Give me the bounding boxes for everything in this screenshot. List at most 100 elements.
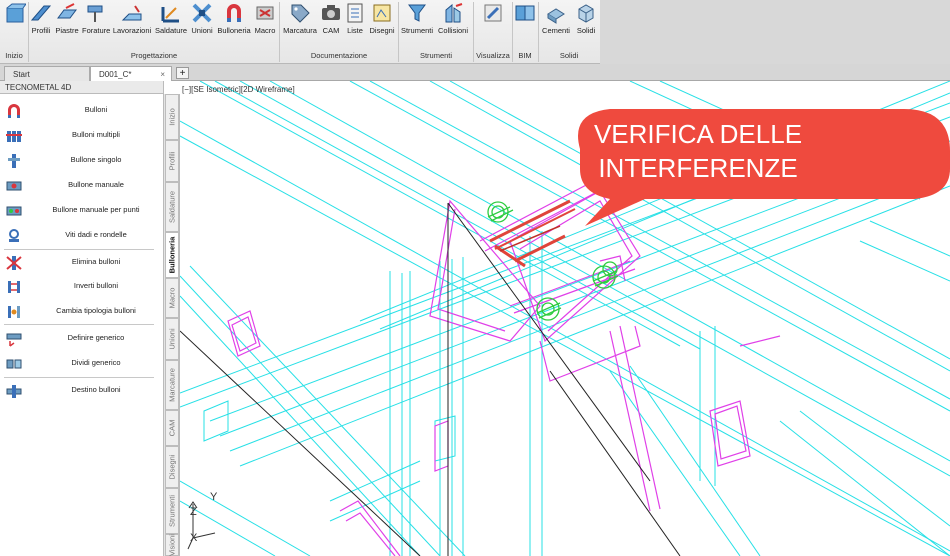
palette-item-viti-dadi-rondelle[interactable]: Viti dadi e rondelle <box>0 225 164 247</box>
palette-item-label: Bullone manuale per punti <box>52 205 140 214</box>
palette-item-label: Elimina bulloni <box>71 257 121 266</box>
axis-x-label: X <box>190 532 198 544</box>
filter-icon <box>408 4 426 22</box>
group-label-visualizza: Visualizza <box>476 51 510 60</box>
forature-button[interactable]: Forature <box>82 2 110 46</box>
palette-item-label: Bulloni <box>84 105 108 114</box>
palette-item-label: Viti dadi e rondelle <box>65 230 127 239</box>
palette-item-bulloni-multipli[interactable]: Bulloni multipli <box>0 125 164 147</box>
palette-item-definire-generico[interactable]: Definire generico <box>0 328 164 350</box>
cam-button[interactable]: CAM <box>320 2 342 46</box>
multi-bolt-icon <box>6 131 22 142</box>
tool-palette: TECNOMETAL 4D Bulloni Bulloni multipli B… <box>0 81 164 556</box>
group-label-documentazione: Documentazione <box>310 51 368 60</box>
axis-lines <box>180 202 681 556</box>
liste-button[interactable]: Liste <box>344 2 366 46</box>
palette-item-destino-bulloni[interactable]: Destino bulloni <box>0 380 164 402</box>
palette-item-elimina-bulloni[interactable]: Elimina bulloni <box>0 252 164 274</box>
manual-bolt-points-icon <box>6 206 22 216</box>
group-separator <box>28 2 29 62</box>
new-tab-button[interactable]: + <box>176 67 189 79</box>
close-icon[interactable]: × <box>160 67 165 82</box>
lavorazioni-button[interactable]: Lavorazioni <box>112 2 152 46</box>
single-bolt-icon <box>8 154 20 168</box>
palette-item-inverti-bulloni[interactable]: Inverti bulloni <box>0 276 164 298</box>
palette-item-bullone-manuale-punti[interactable]: Bullone manuale per punti <box>0 200 164 222</box>
liste-label: Liste <box>347 26 363 35</box>
tag-icon <box>291 4 310 23</box>
disegni-button[interactable]: Disegni <box>368 2 396 46</box>
visualizza-button[interactable] <box>480 2 506 46</box>
drawing-viewport[interactable]: [−][SE Isometric][2D Wireframe] VERIFICA… <box>180 81 950 556</box>
vtab-macro[interactable]: Macro <box>165 278 179 318</box>
cementi-label: Cementi <box>542 26 570 35</box>
document-tab-bar: Start D001_C* × + <box>0 64 950 81</box>
cam-label: CAM <box>322 26 340 35</box>
concrete-icon <box>547 8 565 24</box>
screw-nut-icon <box>9 229 19 242</box>
vtab-strumenti[interactable]: Strumenti <box>165 488 179 534</box>
marcatura-button[interactable]: Marcatura <box>282 2 318 46</box>
profili-button[interactable]: Profili <box>30 2 52 46</box>
palette-item-cambia-tipologia[interactable]: Cambia tipologia bulloni <box>0 301 164 323</box>
vtab-label: Disegni <box>167 454 177 480</box>
vtab-unioni[interactable]: Unioni <box>165 318 179 360</box>
vtab-disegni[interactable]: Disegni <box>165 446 179 488</box>
palette-item-dividi-generico[interactable]: Dividi generico <box>0 353 164 375</box>
palette-separator <box>4 324 154 325</box>
axis-y-label: Y <box>210 491 218 503</box>
vtab-inizio[interactable]: Inizio <box>165 94 179 140</box>
saldature-label: Saldature <box>154 26 188 35</box>
solidi-button[interactable]: Solidi <box>574 2 598 46</box>
saldature-button[interactable]: Saldature <box>154 2 188 46</box>
drawing-icon <box>373 4 391 22</box>
marcatura-label: Marcatura <box>283 26 317 35</box>
palette-item-label: Bullone manuale <box>68 180 124 189</box>
callout-line-2: INTERFERENZE <box>598 153 798 183</box>
vtab-label: CAM <box>167 419 177 437</box>
macro-button[interactable]: Macro <box>254 2 276 46</box>
palette-item-bullone-singolo[interactable]: Bullone singolo <box>0 150 164 172</box>
weld-icon <box>161 7 179 23</box>
collisioni-button[interactable]: Collisioni <box>436 2 470 46</box>
vtab-marcature[interactable]: Marcature <box>165 360 179 410</box>
delete-bolt-icon <box>6 256 22 270</box>
inizio-button[interactable] <box>4 2 26 46</box>
vtab-visioni[interactable]: Visioni <box>165 534 179 556</box>
bulloneria-button[interactable]: Bulloneria <box>216 2 252 46</box>
tab-start[interactable]: Start <box>4 66 90 81</box>
vtab-saldature[interactable]: Saldature <box>165 182 179 232</box>
unioni-button[interactable]: Unioni <box>190 2 214 46</box>
vtab-cam[interactable]: CAM <box>165 410 179 446</box>
palette-item-label: Definire generico <box>67 333 125 342</box>
manual-bolt-icon <box>6 181 22 191</box>
viewport-view-label[interactable]: [−][SE Isometric][2D Wireframe] <box>182 85 295 94</box>
bim-button[interactable] <box>514 2 536 46</box>
tab-d001[interactable]: D001_C* × <box>90 66 172 81</box>
group-separator <box>279 2 280 62</box>
vtab-label: Strumenti <box>167 494 177 528</box>
palette-item-label: Dividi generico <box>71 358 121 367</box>
palette-item-bullone-manuale[interactable]: Bullone manuale <box>0 175 164 197</box>
group-label-strumenti: Strumenti <box>419 51 453 60</box>
strumenti-label: Strumenti <box>400 26 434 35</box>
profili-label: Profili <box>31 26 51 35</box>
view-icon <box>484 4 502 22</box>
frame-icon <box>6 3 26 23</box>
group-label-progettazione: Progettazione <box>130 51 178 60</box>
vtab-label: Visioni <box>167 534 177 556</box>
camera-icon <box>322 5 340 20</box>
bim-icon <box>515 5 535 21</box>
palette-separator <box>4 249 154 250</box>
cementi-button[interactable]: Cementi <box>540 2 572 46</box>
vtab-profili[interactable]: Profili <box>165 140 179 182</box>
list-icon <box>347 3 363 23</box>
magenta-connection <box>227 182 781 556</box>
strumenti-button[interactable]: Strumenti <box>400 2 434 46</box>
piastre-button[interactable]: Piastre <box>54 2 80 46</box>
palette-item-bulloni[interactable]: Bulloni <box>0 100 164 122</box>
tab-d001-label: D001_C* <box>99 70 132 79</box>
palette-item-label: Bullone singolo <box>70 155 122 164</box>
vtab-bulloneria[interactable]: Bulloneria <box>165 232 179 278</box>
invert-bolt-icon <box>8 281 20 293</box>
